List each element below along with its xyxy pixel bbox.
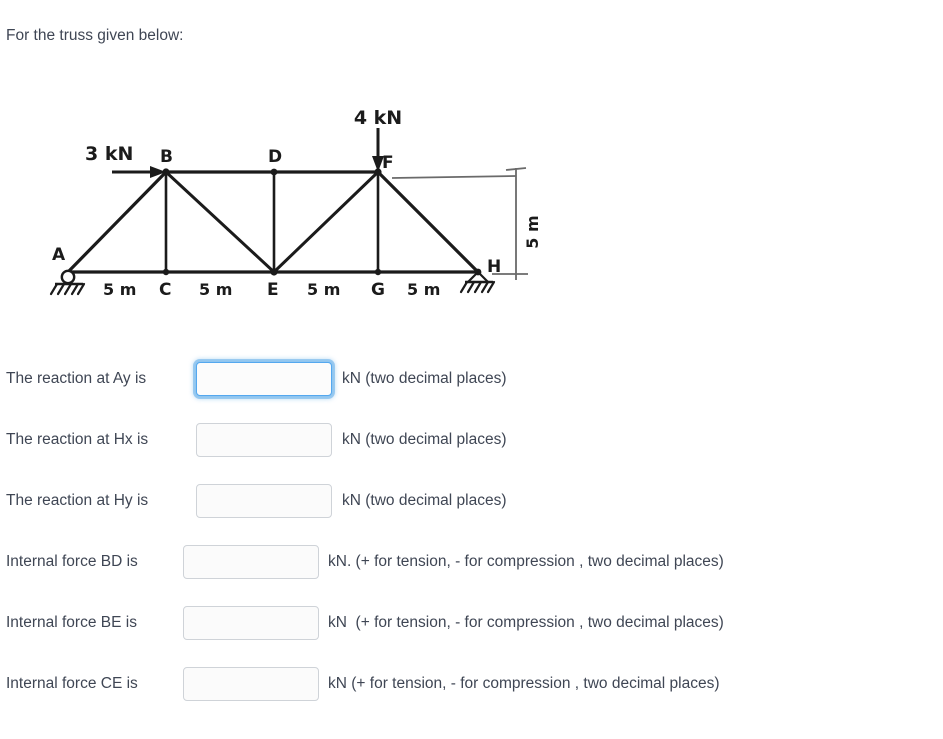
question-row-be: Internal force BE is kN (+ for tension, … — [0, 602, 724, 644]
question-row-bd: Internal force BD is kN. (+ for tension,… — [0, 541, 724, 583]
question-row-hx: The reaction at Hx is kN (two decimal pl… — [0, 419, 507, 461]
node-label-B: B — [160, 147, 173, 167]
question-suffix-bd: kN. (+ for tension, - for compression , … — [328, 553, 724, 570]
span-label-3: 5 m — [307, 280, 340, 299]
member-A-B — [66, 170, 168, 274]
member-B-E — [164, 170, 276, 274]
support-A-pin — [49, 269, 86, 296]
member-F-H — [376, 170, 480, 274]
node-label-F: F — [382, 153, 394, 173]
joint-G — [374, 268, 382, 276]
load-label-3kn: 3 kN — [85, 143, 133, 165]
height-dimension — [391, 167, 528, 280]
question-suffix-hy: kN (two decimal places) — [342, 492, 507, 509]
member-E-F — [272, 170, 380, 274]
question-row-hy: The reaction at Hy is kN (two decimal pl… — [0, 480, 507, 522]
question-label-hx: The reaction at Hx is — [6, 431, 149, 448]
load-labels: 3 kN 4 kN — [85, 107, 402, 165]
span-label-2: 5 m — [199, 280, 232, 299]
page-title: For the truss given below: — [6, 27, 184, 44]
internal-force-ce-input[interactable] — [183, 667, 319, 701]
reaction-hx-input[interactable] — [196, 423, 332, 457]
question-suffix-ce: kN (+ for tension, - for compression , t… — [328, 675, 720, 692]
question-suffix-ay: kN (two decimal places) — [342, 370, 507, 387]
question-label-ay: The reaction at Ay is — [6, 370, 147, 387]
joint-C — [162, 268, 170, 276]
load-label-4kn: 4 kN — [354, 107, 402, 129]
joint-E — [270, 268, 278, 276]
node-label-D: D — [268, 147, 282, 167]
question-row-ce: Internal force CE is kN (+ for tension, … — [0, 663, 720, 705]
height-dimension-label: 5 m — [523, 215, 542, 248]
truss-figure: A B C D E F G H 3 kN 4 kN 5 m 5 m 5 m 5 … — [0, 92, 600, 317]
joint-D — [270, 168, 278, 176]
reaction-hy-input[interactable] — [196, 484, 332, 518]
question-label-ce: Internal force CE is — [6, 675, 138, 692]
node-label-E: E — [267, 280, 279, 300]
node-label-A: A — [52, 245, 66, 265]
question-label-be: Internal force BE is — [6, 614, 137, 631]
node-label-G: G — [371, 280, 385, 300]
question-suffix-hx: kN (two decimal places) — [342, 431, 507, 448]
question-row-ay: The reaction at Ay is kN (two decimal pl… — [0, 358, 507, 400]
internal-force-be-input[interactable] — [183, 606, 319, 640]
question-suffix-be: kN (+ for tension, - for compression , t… — [328, 614, 724, 631]
node-label-H: H — [487, 257, 501, 277]
question-label-hy: The reaction at Hy is — [6, 492, 149, 509]
truss-diagram-svg: A B C D E F G H 3 kN 4 kN 5 m 5 m 5 m 5 … — [49, 107, 542, 300]
reaction-ay-input[interactable] — [196, 362, 332, 396]
node-label-C: C — [159, 280, 171, 300]
load-arrow-3kn — [112, 166, 166, 178]
question-label-bd: Internal force BD is — [6, 553, 138, 570]
truss-joints — [162, 168, 482, 276]
internal-force-bd-input[interactable] — [183, 545, 319, 579]
span-label-4: 5 m — [407, 280, 440, 299]
span-label-1: 5 m — [103, 280, 136, 299]
